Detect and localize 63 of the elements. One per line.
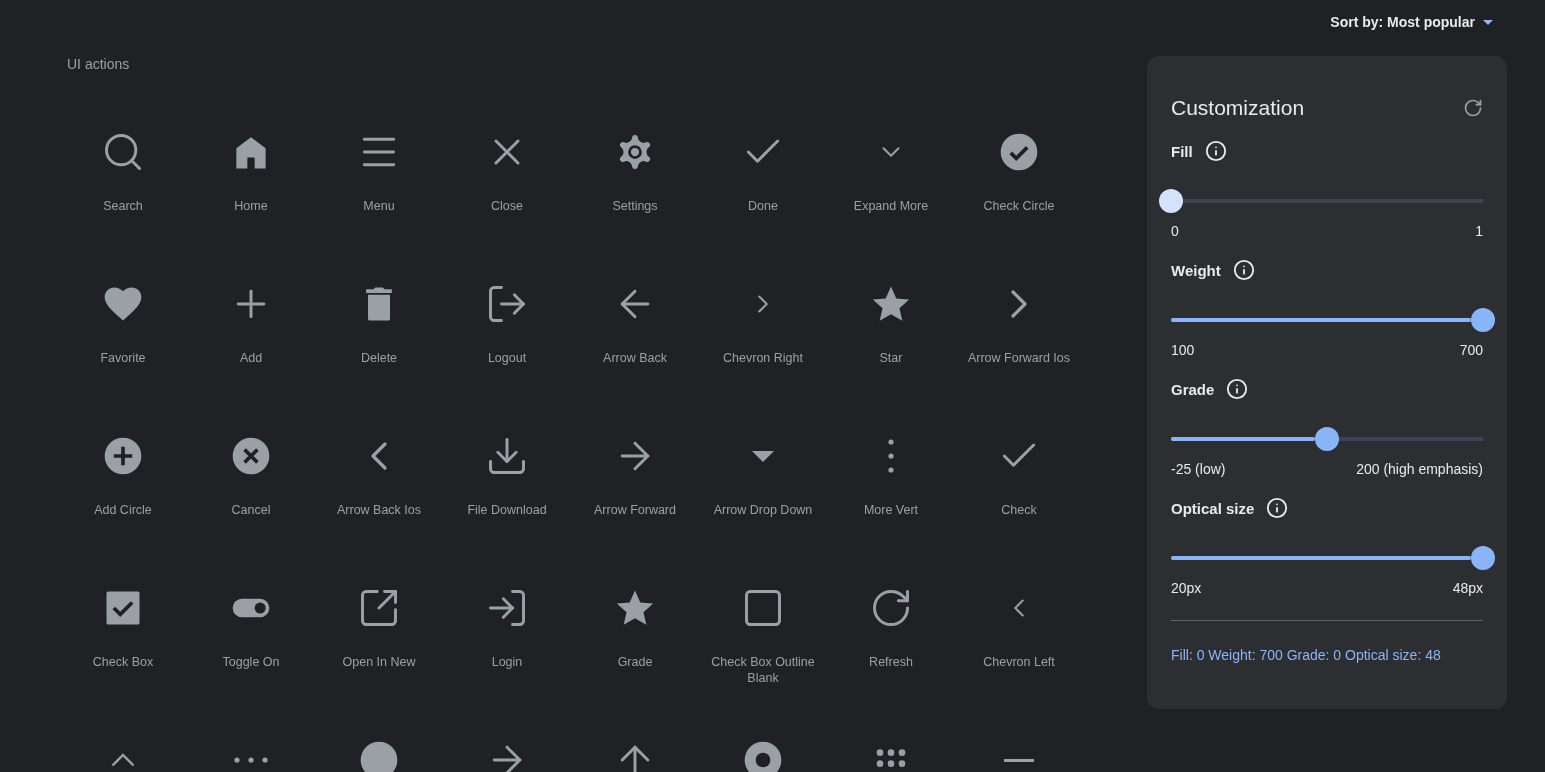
more-vertical-icon [888,439,894,473]
slider-label: Weight [1171,261,1221,279]
icon-label[interactable]: Search [68,198,178,214]
panel-title: Customization [1171,96,1305,120]
section-title: UI actions [66,56,131,74]
slider-thumb[interactable] [1471,546,1495,570]
icon-label[interactable]: Done [708,198,818,214]
icon-label[interactable]: Arrow Drop Down [708,502,818,518]
icon-label[interactable]: Arrow Forward [580,502,690,518]
slider-label: Fill [1171,142,1193,160]
icon-label[interactable]: Favorite [68,350,178,366]
dropdown-triangle-icon [752,450,774,462]
icon-label[interactable]: Arrow Back Ios [324,502,434,518]
icon-label[interactable]: Check [964,502,1074,518]
icon-label[interactable]: Close [452,198,562,214]
icon-label[interactable]: Chevron Right [708,350,818,366]
icon-label[interactable]: More Vert [836,502,946,518]
icon-label[interactable]: Open In New [324,654,434,670]
sort-dropdown[interactable]: Sort by: Most popular [1330,14,1493,30]
slider-label: Grade [1171,380,1215,398]
slider-thumb[interactable] [1471,308,1495,332]
info-icon[interactable] [1266,497,1289,519]
icon-label[interactable]: Add [196,350,306,366]
icon-label[interactable]: Check Box Outline Blank [708,654,818,686]
icon-label[interactable]: Check Box [68,654,178,670]
icon-label[interactable]: Arrow Back [580,350,690,366]
slider-max: 1 [1475,223,1483,239]
icon-label[interactable]: Refresh [836,654,946,670]
slider-min: -25 (low) [1171,461,1226,477]
more-horizontal-icon [234,757,268,763]
icon-label[interactable]: Chevron Left [964,654,1074,670]
slider-max: 700 [1459,342,1483,358]
icon-label[interactable]: Cancel [196,502,306,518]
slider-min: 0 [1171,223,1179,239]
slider-label: Optical size [1171,499,1255,517]
icon-label[interactable]: Logout [452,350,562,366]
info-icon[interactable] [1226,378,1249,400]
icon-label[interactable]: Check Circle [964,198,1074,214]
slider-max: 200 (high emphasis) [1356,461,1483,477]
icon-label[interactable]: Toggle On [196,654,306,670]
slider-thumb[interactable] [1315,427,1339,451]
icon-label[interactable]: Home [196,198,306,214]
slider-thumb[interactable] [1159,189,1183,213]
icon-label[interactable]: Settings [580,198,690,214]
icon-label[interactable]: Arrow Forward Ios [964,350,1074,366]
reset-button[interactable] [1463,98,1483,118]
slider-min: 20px [1171,580,1202,596]
chevron-up-icon [111,753,135,767]
slider-max: 48px [1452,580,1483,596]
icon-label[interactable]: Star [836,350,946,366]
icon-label[interactable]: Menu [324,198,434,214]
icon-label[interactable]: Add Circle [68,502,178,518]
icon-label[interactable]: Grade [580,654,690,670]
icon-label[interactable]: Login [452,654,562,670]
icon-label[interactable]: Expand More [836,198,946,214]
icon-label[interactable]: Delete [324,350,434,366]
icon-label[interactable]: File Download [452,502,562,518]
slider-min: 100 [1171,342,1195,358]
settings-summary: Fill: 0 Weight: 700 Grade: 0 Optical size: 48 [1171,647,1442,663]
info-icon[interactable] [1232,259,1255,281]
info-icon[interactable] [1204,140,1227,162]
caret-icon [1483,19,1493,25]
minus-icon [1004,758,1034,762]
